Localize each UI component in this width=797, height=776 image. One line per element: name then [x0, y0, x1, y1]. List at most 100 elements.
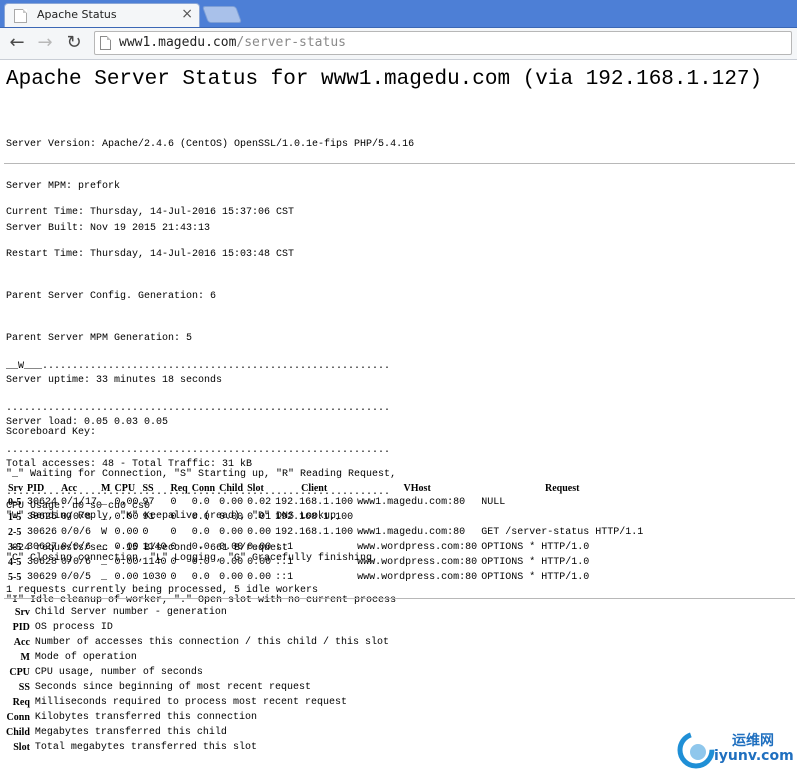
cell-pid: 30626 [27, 527, 58, 538]
legend-row: CPU CPU usage, number of seconds [6, 665, 389, 680]
col-acc: Acc [61, 482, 78, 494]
cell-srv: 2-5 [8, 527, 22, 538]
cell-client: 192.168.1.100 [275, 527, 354, 538]
cell-acc: 0/0/6 [61, 542, 92, 553]
legend-desc: Seconds since beginning of most recent r… [34, 682, 311, 693]
cell-acc: 0/0/5 [61, 572, 92, 583]
legend-desc: OS process ID [34, 622, 113, 633]
cell-req: 0 [170, 512, 177, 523]
cell-request: OPTIONS * HTTP/1.0 [481, 542, 590, 553]
cell-slot: 0.00 [247, 527, 272, 538]
forward-arrow-icon[interactable]: → [34, 32, 56, 54]
cell-srv: 3-5 [8, 542, 22, 553]
cell-child: 0.00 [219, 497, 244, 508]
config-generation: Parent Server Config. Generation: 6 [6, 291, 217, 302]
legend-desc: Milliseconds required to process most re… [34, 697, 347, 708]
cell-pid: 30629 [27, 572, 58, 583]
scoreboard-key-title: Scoreboard Key: [6, 427, 97, 438]
cell-cpu: 0.00 [114, 542, 139, 553]
tab-title: Apache Status [37, 8, 117, 21]
cell-req: 0 [170, 497, 177, 508]
col-slot: Slot [247, 482, 264, 494]
legend-row: Acc Number of accesses this connection / … [6, 635, 389, 650]
cell-slot: 0.00 [247, 557, 272, 568]
cell-acc: 0/1/17 [61, 497, 98, 508]
legend-desc: Kilobytes transferred this connection [34, 712, 257, 723]
table-row: 0-5 30624 0/1/17 _ 0.00 97 0 0.0 0.00 0.… [6, 495, 645, 510]
cell-req: 0 [170, 542, 177, 553]
cell-request: OPTIONS * HTTP/1.0 [481, 572, 590, 583]
table-row: 2-5 30626 0/0/6 W 0.00 0 0 0.0 0.00 0.00… [6, 525, 645, 540]
cell-conn: 0.0 [191, 527, 210, 538]
col-req: Req [170, 482, 188, 494]
cell-pid: 30628 [27, 557, 58, 568]
legend-key: Child [6, 727, 30, 738]
cell-srv: 1-5 [8, 512, 22, 523]
page-favicon-icon [14, 9, 27, 23]
cell-ss: 1140 [142, 542, 167, 553]
cell-mode: _ [101, 497, 108, 508]
cell-client: ::1 [275, 542, 294, 553]
col-request: Request [544, 482, 580, 494]
cell-conn: 0.0 [191, 542, 210, 553]
col-ss: SS [142, 482, 154, 494]
table-row: 4-5 30628 0/0/6 _ 0.00 1140 0 0.0 0.00 0… [6, 555, 645, 570]
close-tab-icon[interactable]: × [181, 6, 193, 22]
cell-child: 0.00 [219, 572, 244, 583]
col-conn: Conn [191, 482, 216, 494]
legend-key: CPU [9, 667, 30, 678]
cell-child: 0.00 [219, 527, 244, 538]
cell-vhost: www.wordpress.com:80 [357, 557, 478, 568]
cell-vhost: www.wordpress.com:80 [357, 542, 478, 553]
browser-tab[interactable]: Apache Status × [4, 3, 200, 27]
cell-slot: 0.00 [247, 542, 272, 553]
address-bar[interactable]: www1.magedu.com/server-status [94, 31, 792, 55]
worker-table: Srv PID Acc M CPU SS Req Conn Child Slot… [6, 481, 645, 585]
divider [4, 598, 795, 599]
cell-mode: _ [101, 512, 108, 523]
cell-acc: 0/0/6 [61, 557, 92, 568]
col-client: Client [301, 482, 328, 494]
cell-srv: 5-5 [8, 572, 22, 583]
cell-client: ::1 [275, 572, 294, 583]
cell-ss: 1030 [142, 572, 167, 583]
page-title: Apache Server Status for www1.magedu.com… [6, 68, 763, 91]
cell-request: NULL [481, 497, 506, 508]
legend-desc: Number of accesses this connection / thi… [34, 637, 389, 648]
legend-row: Slot Total megabytes transferred this slo… [6, 740, 389, 755]
legend-row: SS Seconds since beginning of most recent… [6, 680, 389, 695]
reload-icon[interactable]: ↻ [63, 32, 85, 54]
cell-child: 0.00 [219, 542, 244, 553]
legend-desc: Child Server number - generation [34, 607, 227, 618]
cell-srv: 4-5 [8, 557, 22, 568]
cell-client: ::1 [275, 557, 294, 568]
cell-vhost: www1.magedu.com:80 [357, 497, 466, 508]
watermark-cn: 运维网 [732, 733, 774, 749]
worker-table-header: Srv PID Acc M CPU SS Req Conn Child Slot… [6, 481, 645, 495]
cell-slot: 0.00 [247, 572, 272, 583]
cell-vhost: www.wordpress.com:80 [357, 572, 478, 583]
cell-conn: 0.0 [191, 512, 210, 523]
cell-cpu: 0.00 [114, 572, 139, 583]
table-row: 5-5 30629 0/0/5 _ 0.00 1030 0 0.0 0.00 0… [6, 570, 645, 585]
legend-row: PID OS process ID [6, 620, 389, 635]
current-time: Current Time: Thursday, 14-Jul-2016 15:3… [6, 207, 295, 218]
divider [4, 163, 795, 164]
cell-pid: 30625 [27, 512, 58, 523]
cell-cpu: 0.00 [114, 497, 139, 508]
legend-key: Slot [13, 742, 30, 753]
cell-request: OPTIONS * HTTP/1.0 [481, 557, 590, 568]
cell-client: 192.168.1.100 [275, 497, 354, 508]
back-arrow-icon[interactable]: ← [6, 32, 28, 54]
cell-ss: 97 [142, 497, 155, 508]
watermark-en: iyunv.com [714, 748, 794, 764]
scoreboard-key-line: "_" Waiting for Connection, "S" Starting… [6, 469, 397, 480]
legend-desc: CPU usage, number of seconds [34, 667, 203, 678]
cell-conn: 0.0 [191, 557, 210, 568]
legend-key: Conn [6, 712, 30, 723]
cell-srv: 0-5 [8, 497, 22, 508]
cell-cpu: 0.00 [114, 557, 139, 568]
new-tab-button[interactable] [201, 6, 243, 23]
cell-mode: W [101, 527, 108, 538]
table-row: 3-5 30627 0/0/6 _ 0.00 1140 0 0.0 0.00 0… [6, 540, 645, 555]
